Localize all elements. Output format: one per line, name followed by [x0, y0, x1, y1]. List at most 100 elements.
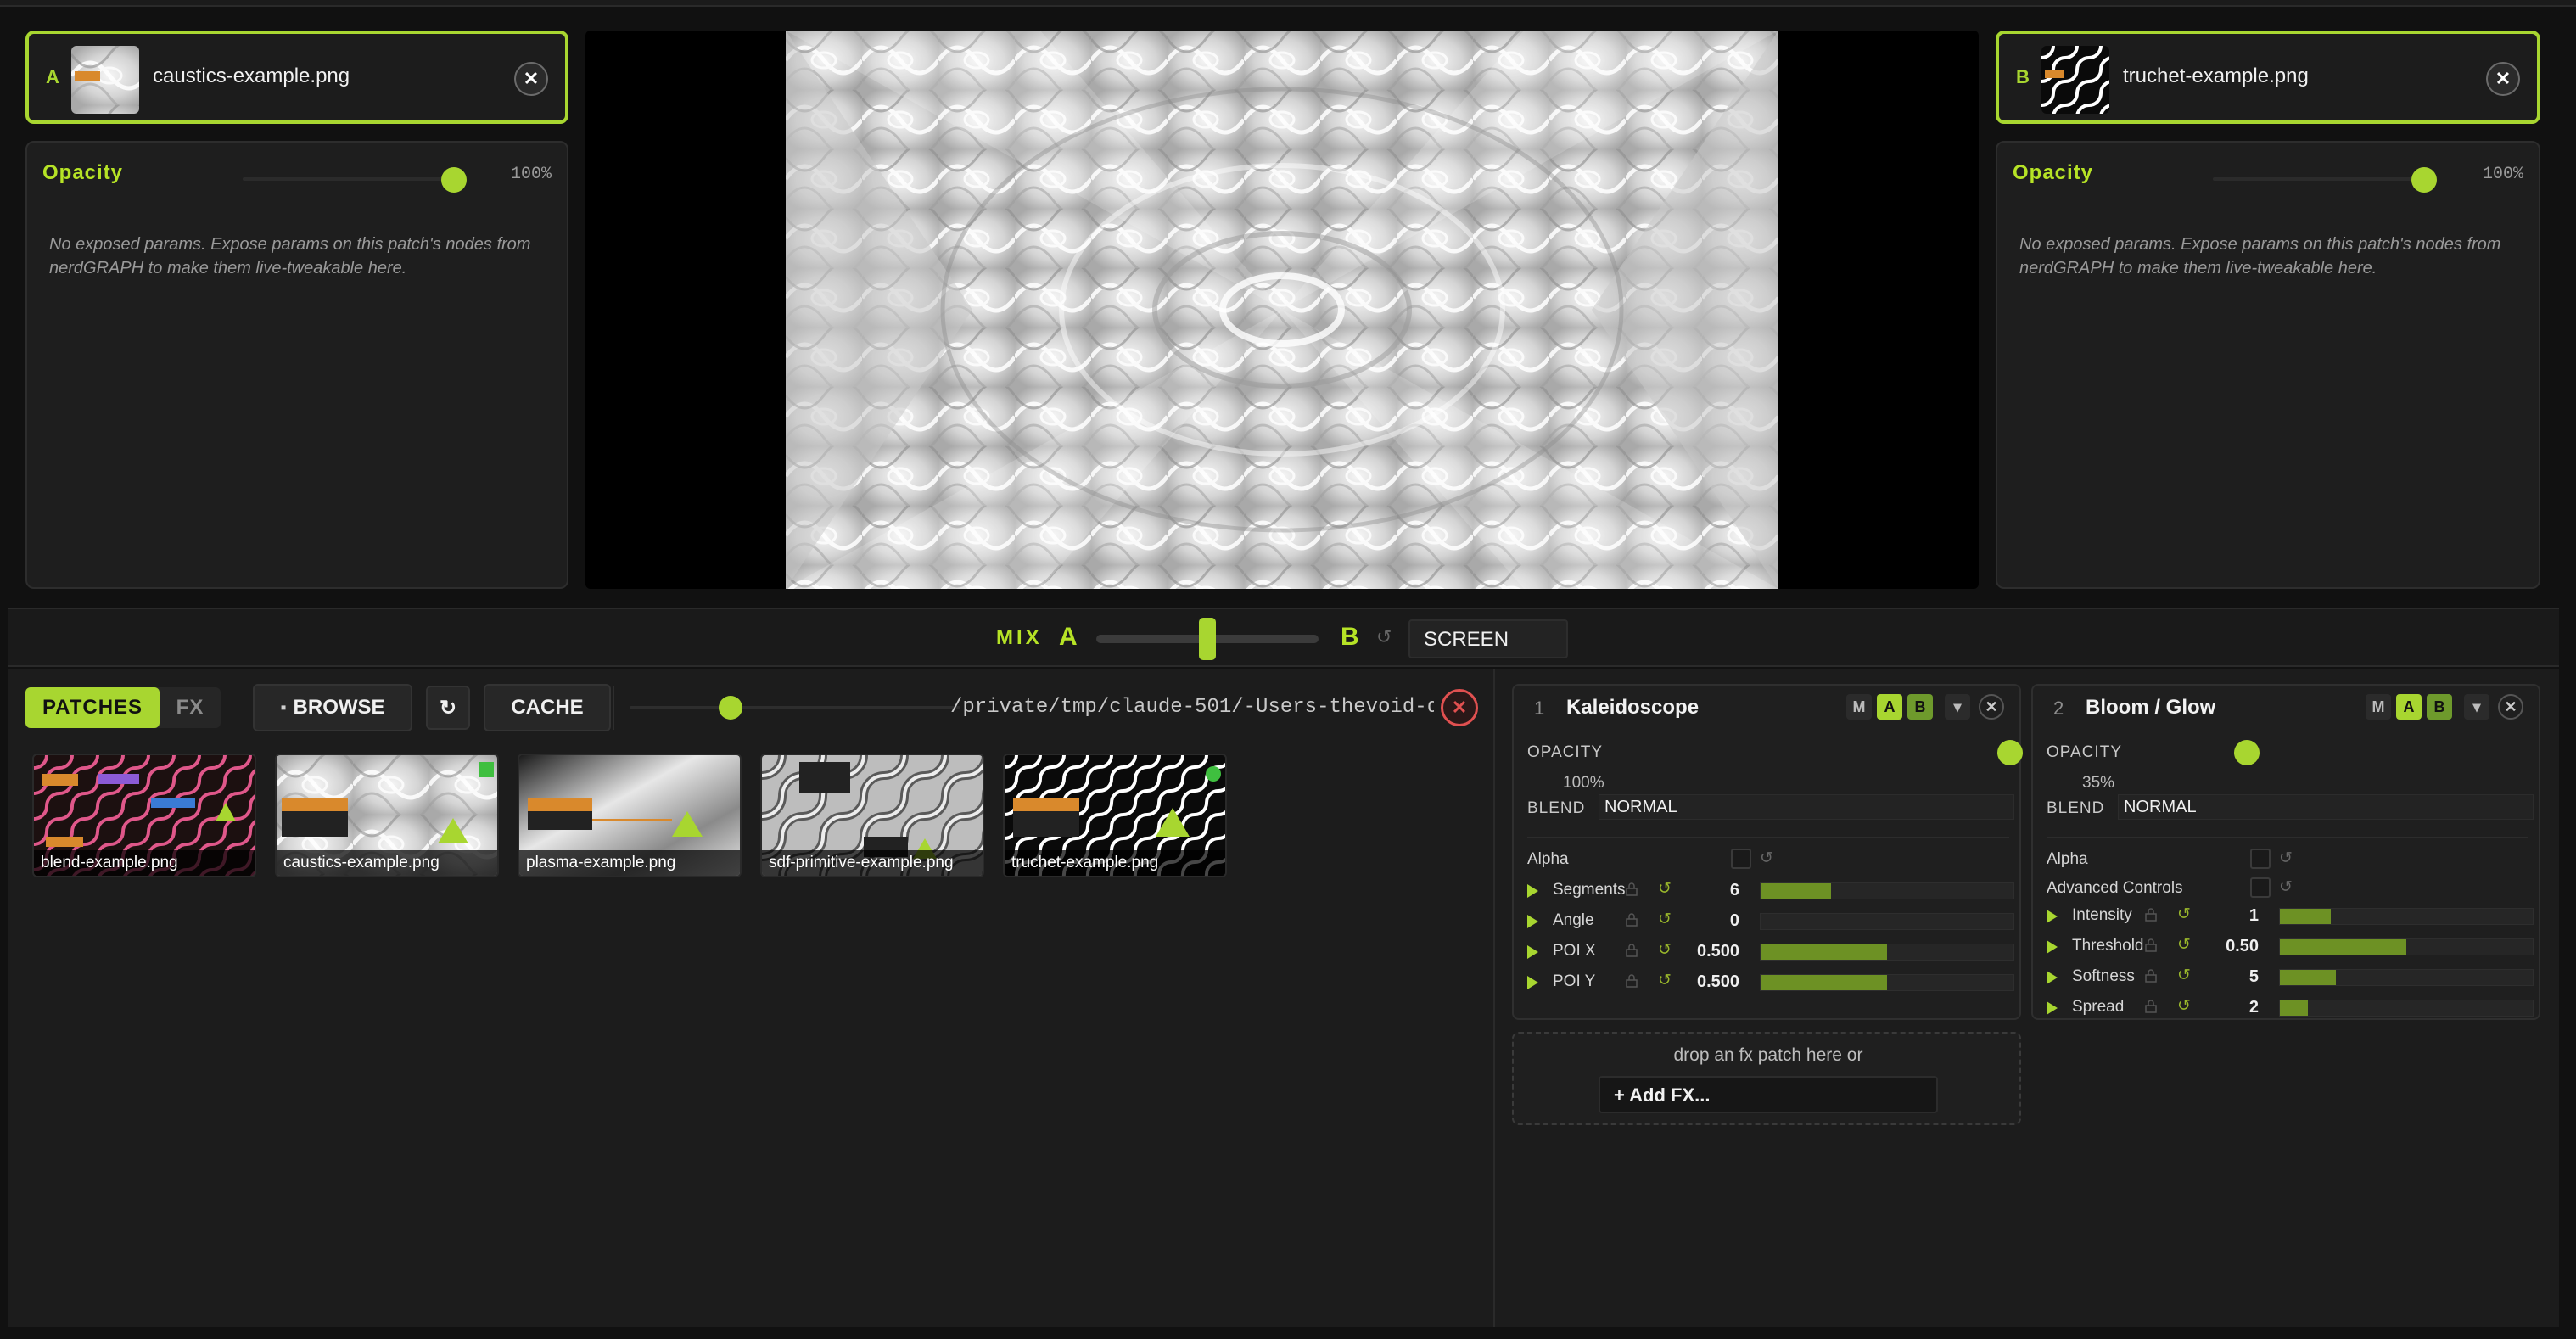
alpha-checkbox[interactable]: [1731, 849, 1751, 869]
folder-icon: ▪: [280, 698, 287, 717]
expand-icon[interactable]: [2047, 910, 2058, 923]
collapse-button[interactable]: ▾: [2464, 694, 2489, 720]
lock-icon[interactable]: [1626, 913, 1638, 927]
param-bar[interactable]: [1760, 882, 2014, 899]
fx-card-kaleidoscope: 1 Kaleidoscope M A B ▾ ✕ OPACITY 100% BL…: [1512, 684, 2023, 1020]
patch-tile-plasma[interactable]: plasma-example.png: [518, 754, 742, 877]
deck-a-opacity-slider[interactable]: [243, 177, 456, 181]
param-value-input[interactable]: 0.500: [1697, 972, 1739, 994]
patch-tile-label: plasma-example.png: [519, 850, 740, 876]
expand-icon[interactable]: [2047, 1001, 2058, 1015]
collapse-button[interactable]: ▾: [1945, 694, 1970, 720]
chip-m-label: M: [2372, 698, 2385, 715]
chip-a-label: A: [2403, 698, 2415, 715]
param-value-input[interactable]: 2: [2216, 998, 2259, 1020]
advanced-controls-checkbox[interactable]: [2250, 877, 2271, 898]
expand-icon[interactable]: [1527, 945, 1538, 959]
patch-tile-caustics[interactable]: caustics-example.png: [275, 754, 499, 877]
deck-a-chip[interactable]: A: [1877, 694, 1902, 720]
deck-a-header[interactable]: A caustics-example.png ✕: [25, 31, 568, 124]
param-bar[interactable]: [1760, 974, 2014, 991]
param-bar[interactable]: [2279, 969, 2534, 986]
lock-icon[interactable]: [2145, 908, 2157, 922]
reset-icon[interactable]: ↺: [2279, 849, 2293, 868]
lock-icon[interactable]: [2145, 938, 2157, 952]
param-bar[interactable]: [1760, 913, 2014, 930]
lock-icon[interactable]: [1626, 882, 1638, 896]
expand-icon[interactable]: [1527, 976, 1538, 989]
mute-chip[interactable]: M: [1846, 694, 1872, 720]
tab-patches[interactable]: PATCHES: [25, 687, 160, 728]
param-bar-fill: [1761, 944, 1887, 960]
expand-icon[interactable]: [1527, 884, 1538, 898]
patch-tile-truchet[interactable]: truchet-example.png: [1003, 754, 1227, 877]
deck-b-close-button[interactable]: ✕: [2486, 62, 2520, 96]
deck-b-header[interactable]: B truchet-example.png ✕: [1996, 31, 2540, 124]
param-bar[interactable]: [2279, 1000, 2534, 1017]
blend-select[interactable]: NORMAL: [2118, 794, 2534, 820]
expand-icon[interactable]: [2047, 971, 2058, 984]
param-value-input[interactable]: 0.50: [2216, 937, 2259, 959]
reset-icon[interactable]: ↺: [1658, 971, 1672, 990]
expand-icon[interactable]: [2047, 940, 2058, 954]
reset-icon[interactable]: ↺: [1658, 940, 1672, 960]
cache-button[interactable]: CACHE: [484, 684, 611, 731]
opacity-value: 35%: [2082, 774, 2115, 792]
reset-icon[interactable]: ↺: [1658, 910, 1672, 929]
param-bar[interactable]: [1760, 944, 2014, 961]
thumbnail-size-slider[interactable]: [630, 706, 960, 709]
alpha-label: Alpha: [1527, 850, 1569, 868]
reset-icon[interactable]: ↺: [1760, 849, 1773, 868]
tab-fx[interactable]: FX: [160, 687, 221, 728]
param-bar[interactable]: [2279, 908, 2534, 925]
param-bar[interactable]: [2279, 938, 2534, 955]
advanced-controls-label: Advanced Controls: [2047, 879, 2183, 897]
deck-b-opacity-knob[interactable]: [2411, 167, 2437, 193]
param-value-input[interactable]: 5: [2216, 967, 2259, 989]
reset-icon[interactable]: ↺: [2279, 877, 2293, 897]
reset-icon[interactable]: ↺: [2177, 905, 2191, 924]
deck-b-chip[interactable]: B: [1907, 694, 1933, 720]
param-value-input[interactable]: 0: [1697, 911, 1739, 933]
expand-icon[interactable]: [1527, 915, 1538, 928]
opacity-value: 100%: [1563, 774, 1604, 792]
param-value-input[interactable]: 6: [1697, 881, 1739, 903]
refresh-button[interactable]: ↻: [426, 686, 470, 730]
deck-b-chip[interactable]: B: [2427, 694, 2452, 720]
patch-tile-sdf[interactable]: sdf-primitive-example.png: [760, 754, 984, 877]
param-bar-fill: [1761, 883, 1832, 899]
reset-icon[interactable]: ↺: [2177, 996, 2191, 1016]
opacity-slider[interactable]: [1563, 751, 2023, 754]
remove-fx-button[interactable]: ✕: [2498, 694, 2523, 720]
alpha-checkbox[interactable]: [2250, 849, 2271, 869]
opacity-knob[interactable]: [2234, 740, 2260, 765]
patch-tile-blend[interactable]: blend-example.png: [32, 754, 256, 877]
opacity-knob[interactable]: [1997, 740, 2023, 765]
deck-a-opacity-knob[interactable]: [441, 167, 467, 193]
param-value-input[interactable]: 0.500: [1697, 942, 1739, 964]
crossfader-handle[interactable]: [1199, 618, 1216, 660]
deck-a-chip[interactable]: A: [2396, 694, 2422, 720]
deck-b-opacity-slider[interactable]: [2213, 177, 2427, 181]
param-value-input[interactable]: 1: [2216, 906, 2259, 928]
remove-fx-button[interactable]: ✕: [1979, 694, 2004, 720]
lock-icon[interactable]: [2145, 969, 2157, 983]
param-label: Segments: [1553, 881, 1626, 899]
add-fx-button[interactable]: + Add FX...: [1599, 1076, 1938, 1113]
reset-icon[interactable]: ↺: [2177, 935, 2191, 955]
browse-button[interactable]: ▪ BROWSE: [253, 684, 412, 731]
fx-drop-zone[interactable]: drop an fx patch here or + Add FX...: [1512, 1032, 2021, 1125]
mute-chip[interactable]: M: [2366, 694, 2391, 720]
reset-mix-icon[interactable]: ↺: [1376, 626, 1392, 648]
opacity-slider[interactable]: [2082, 751, 2542, 754]
lock-icon[interactable]: [1626, 974, 1638, 988]
lock-icon[interactable]: [1626, 944, 1638, 957]
reset-icon[interactable]: ↺: [1658, 879, 1672, 899]
blend-select[interactable]: NORMAL: [1599, 794, 2014, 820]
lock-icon[interactable]: [2145, 1000, 2157, 1013]
thumbnail-size-knob[interactable]: [719, 696, 742, 720]
reset-icon[interactable]: ↺: [2177, 966, 2191, 985]
deck-a-close-button[interactable]: ✕: [514, 62, 548, 96]
blend-mode-select[interactable]: SCREEN: [1408, 619, 1568, 658]
clear-path-button[interactable]: ✕: [1441, 689, 1478, 726]
